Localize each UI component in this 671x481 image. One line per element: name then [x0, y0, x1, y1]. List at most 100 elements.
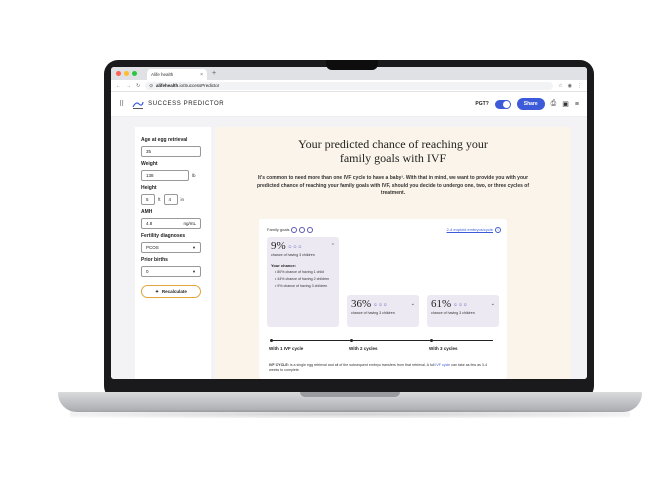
- timeline-label-3: With 3 cycles: [429, 346, 458, 351]
- chance-bullet: • 44% chance of having 2 children: [275, 277, 330, 281]
- embryo-explain-link[interactable]: 2-4 euploid embryos/cycle i: [446, 226, 501, 233]
- share-button[interactable]: Share: [516, 98, 545, 110]
- child-face-icon: [307, 226, 314, 233]
- family-goals-label: Family goals: [267, 227, 290, 232]
- pgt-toggle[interactable]: [494, 99, 511, 109]
- laptop-screen: Alife health × + ← → ↻ ⊙ alifehealth.io/…: [111, 67, 587, 379]
- results-panel: Your predicted chance of reaching your f…: [215, 127, 571, 379]
- cycle1-result[interactable]: 9% ☺☺☺ ⌃ chance of having 3 children You…: [267, 237, 339, 327]
- footnote-text: is a single egg retrieval and all of the…: [288, 363, 436, 367]
- laptop-shadow: [70, 410, 630, 418]
- browser-toolbar: ← → ↻ ⊙ alifehealth.io/SuccessPredictor …: [111, 80, 587, 92]
- chevron-down-icon: ▼: [192, 269, 196, 274]
- laptop-base-lip: [300, 392, 400, 397]
- height-in-unit: in: [180, 197, 185, 202]
- amh-unit: ng/mL: [183, 221, 196, 226]
- cycle2-subtitle: chance of having 3 children: [351, 311, 395, 315]
- footnote-term: IVF CYCLE:: [269, 363, 289, 367]
- bookmark-icon[interactable]: ☆: [558, 83, 562, 89]
- chevron-up-icon[interactable]: ⌃: [331, 243, 335, 249]
- ivf-cycle-link[interactable]: IVF cycle: [435, 363, 450, 367]
- card-header: Family goals 2-4 euploid embryos/cycle i: [267, 225, 501, 234]
- info-icon[interactable]: i: [495, 226, 501, 233]
- toggle-knob: [502, 100, 510, 108]
- cycle3-percent: 61%: [431, 298, 452, 310]
- chat-icon[interactable]: ▣: [562, 100, 569, 108]
- cycle2-result[interactable]: 36% ☺☺☺ ⌄ chance of having 3 children: [347, 295, 419, 327]
- child-faces-icon: ☺☺☺: [287, 243, 303, 249]
- chevron-down-icon[interactable]: ⌄: [491, 301, 495, 307]
- back-icon[interactable]: ←: [116, 83, 121, 89]
- height-in-input[interactable]: 4: [163, 194, 178, 205]
- fertility-value: PCOS: [146, 245, 159, 250]
- amh-value: 4.8: [146, 221, 153, 226]
- forward-icon[interactable]: →: [126, 83, 131, 89]
- cycle3-header: 61% ☺☺☺ ⌄: [431, 298, 495, 310]
- browser-tab[interactable]: Alife health ×: [147, 69, 207, 80]
- window-controls: [116, 71, 137, 76]
- fertility-label: Fertility diagnoses: [141, 233, 186, 239]
- reload-icon[interactable]: ↻: [136, 83, 140, 89]
- tab-close-icon[interactable]: ×: [200, 72, 203, 78]
- births-value: 0: [146, 269, 149, 274]
- births-select[interactable]: 0 ▼: [141, 266, 201, 277]
- timeline-dot: [430, 339, 433, 342]
- minimize-window-icon[interactable]: [124, 71, 129, 76]
- weight-input[interactable]: 138: [141, 170, 189, 181]
- new-tab-button[interactable]: +: [212, 70, 216, 77]
- timeline-dot: [350, 339, 353, 342]
- cycle3-result[interactable]: 61% ☺☺☺ ⌄ chance of having 3 children: [427, 295, 499, 327]
- height-ft-unit: ft: [158, 197, 161, 202]
- cycle1-subtitle: chance of having 3 children: [271, 253, 315, 257]
- timeline-dot: [270, 339, 273, 342]
- height-label: Height: [141, 185, 157, 191]
- child-faces-icon: ☺☺☺: [453, 301, 468, 307]
- chevron-down-icon: ▼: [192, 245, 196, 250]
- your-chance-heading: Your chance:: [271, 263, 297, 268]
- page-content: Age at egg retrieval 35 Weight 138 lb He…: [111, 117, 587, 379]
- url-domain: alifehealth: [155, 83, 179, 88]
- intro-text: It's common to need more than one IVF cy…: [257, 175, 529, 196]
- browser-menu-icon[interactable]: ⋮: [577, 83, 582, 89]
- weight-row: 138 lb: [141, 170, 205, 181]
- site-info-icon[interactable]: ⊙: [149, 83, 153, 89]
- address-bar[interactable]: ⊙ alifehealth.io/SuccessPredictor: [145, 81, 554, 90]
- sparkle-icon: ✦: [155, 288, 159, 294]
- height-row: 5 ft 4 in: [141, 194, 205, 205]
- height-ft-input[interactable]: 5: [141, 194, 155, 205]
- child-face-icon: [299, 226, 306, 233]
- ivf-cycle-footnote: IVF CYCLE: is a single egg retrieval and…: [269, 363, 491, 373]
- timeline-line: [271, 340, 493, 341]
- amh-label: AMH: [141, 209, 153, 215]
- url-path: .io/SuccessPredictor: [178, 83, 220, 88]
- chance-bullet: • 9% chance of having 3 children: [275, 284, 328, 288]
- recalculate-button[interactable]: ✦ Recalculate: [141, 285, 201, 298]
- age-input[interactable]: 35: [141, 146, 201, 157]
- timeline-label-1: With 1 IVF cycle: [269, 346, 304, 351]
- weight-unit: lb: [192, 173, 196, 178]
- cycle1-percent: 9%: [271, 240, 286, 252]
- fertility-select[interactable]: PCOS ▼: [141, 242, 201, 253]
- brand-name: SUCCESS PREDICTOR: [148, 101, 225, 107]
- cycle3-subtitle: chance of having 3 children: [431, 311, 475, 315]
- explain-link-text: 2-4 euploid embryos/cycle: [446, 227, 493, 232]
- header-actions: PGT? Share ⎙ ▣ ≡: [475, 98, 579, 110]
- pgt-label: PGT?: [475, 101, 489, 107]
- input-sidebar: Age at egg retrieval 35 Weight 138 lb He…: [135, 127, 211, 379]
- close-window-icon[interactable]: [116, 71, 121, 76]
- chevron-down-icon[interactable]: ⌄: [411, 301, 415, 307]
- menu-icon[interactable]: ≡: [575, 101, 579, 108]
- logo-icon: [132, 101, 144, 109]
- apps-grid-icon[interactable]: ⠿: [119, 100, 124, 108]
- maximize-window-icon[interactable]: [132, 71, 137, 76]
- print-icon[interactable]: ⎙: [551, 100, 557, 108]
- prediction-card: Family goals 2-4 euploid embryos/cycle i…: [259, 219, 507, 379]
- weight-label: Weight: [141, 161, 158, 167]
- births-label: Prior births: [141, 257, 168, 263]
- child-face-icon: [291, 226, 298, 233]
- amh-input[interactable]: 4.8 ng/mL: [141, 218, 201, 229]
- camera-notch: [326, 60, 378, 70]
- chance-bullet: • 80% chance of having 1 child: [275, 270, 325, 274]
- age-label: Age at egg retrieval: [141, 137, 188, 143]
- profile-icon[interactable]: ◉: [568, 83, 572, 89]
